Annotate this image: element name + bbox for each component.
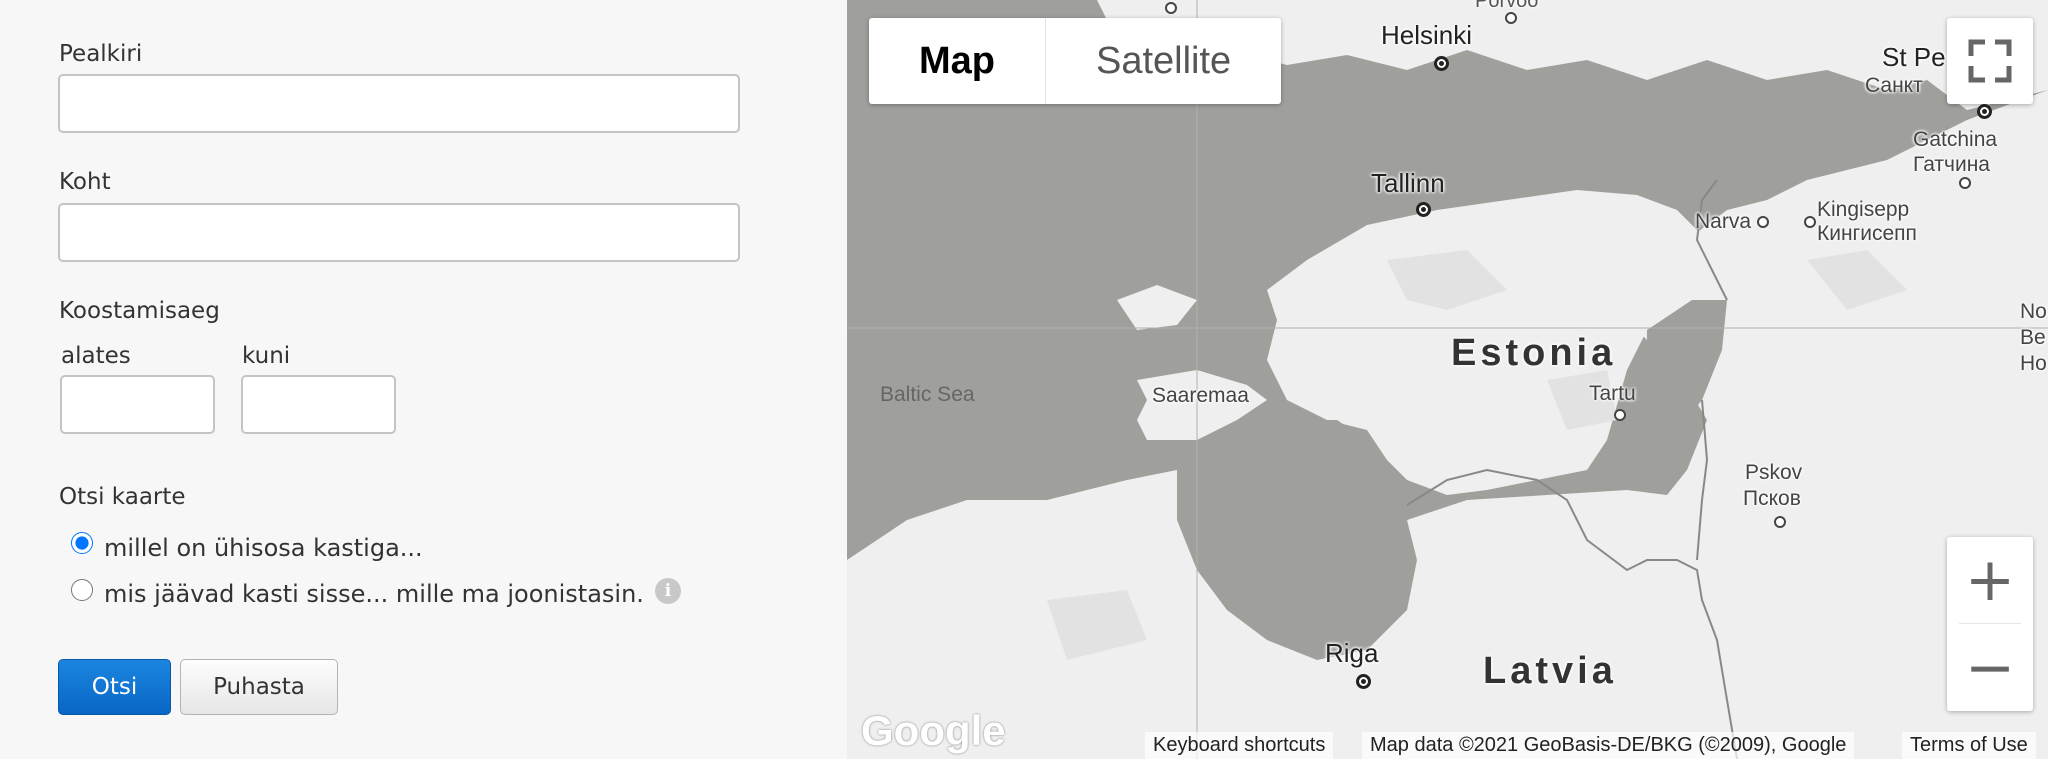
map-type-satellite-button[interactable]: Satellite: [1046, 18, 1281, 104]
google-logo: Google: [861, 707, 1006, 754]
place-kingisepp-ru: Кингисепп: [1817, 222, 1917, 245]
place-baltic-sea: Baltic Sea: [880, 383, 975, 406]
marker-helsinki: [1434, 56, 1449, 71]
place-estonia: Estonia: [1451, 332, 1617, 374]
fullscreen-icon: [1968, 39, 2012, 83]
map-data-attribution: Map data ©2021 GeoBasis-DE/BKG (©2009), …: [1362, 732, 1855, 759]
marker-st-petersburg: [1977, 104, 1992, 119]
info-icon[interactable]: i: [655, 578, 681, 604]
marker-city: [1165, 2, 1177, 14]
place-edge-ho: Ho: [2020, 352, 2047, 375]
marker-narva: [1757, 216, 1769, 228]
map-type-control: Map Satellite: [869, 18, 1282, 104]
map-type-map-button[interactable]: Map: [869, 18, 1046, 104]
fullscreen-button[interactable]: [1947, 18, 2033, 104]
marker-tallinn: [1416, 202, 1431, 217]
option-inside-radio[interactable]: [71, 579, 93, 601]
marker-gatchina: [1959, 177, 1971, 189]
to-label: kuni: [242, 343, 291, 369]
clear-button[interactable]: Puhasta: [180, 659, 338, 715]
marker-porvoo: [1505, 12, 1517, 24]
place-input[interactable]: [58, 203, 740, 262]
place-helsinki: Helsinki: [1381, 20, 1473, 50]
terms-of-use-link[interactable]: Terms of Use: [1902, 732, 2036, 759]
title-label: Pealkiri: [59, 41, 143, 67]
date-from-input[interactable]: [60, 375, 215, 434]
zoom-in-button[interactable]: +: [1947, 537, 2033, 623]
place-st-petersburg-ru: Санкт: [1865, 74, 1923, 97]
place-pskov-ru: Псков: [1743, 487, 1801, 510]
map-view[interactable]: Map Satellite + − Porvoo Helsinki St Pe …: [847, 0, 2048, 759]
zoom-control: + −: [1947, 537, 2033, 711]
place-saaremaa: Saaremaa: [1152, 384, 1249, 407]
zoom-divider: [1959, 623, 2021, 624]
search-button[interactable]: Otsi: [58, 659, 171, 715]
place-tartu: Tartu: [1589, 382, 1636, 405]
option-overlap-label: millel on ühisosa kastiga...: [104, 534, 423, 562]
keyboard-shortcuts-link[interactable]: Keyboard shortcuts: [1145, 732, 1334, 759]
from-label: alates: [61, 343, 131, 369]
title-input[interactable]: [58, 74, 740, 133]
search-mode-label: Otsi kaarte: [59, 484, 186, 510]
place-gatchina: Gatchina: [1913, 128, 1998, 151]
place-narva: Narva: [1695, 210, 1752, 233]
place-label: Koht: [59, 169, 111, 195]
place-edge-no: No: [2020, 300, 2047, 323]
option-overlap-radio[interactable]: [71, 532, 93, 554]
marker-kingisepp: [1804, 216, 1816, 228]
date-label: Koostamisaeg: [59, 298, 220, 324]
place-kingisepp: Kingisepp: [1817, 198, 1910, 221]
search-form: Pealkiri Koht Koostamisaeg alates kuni O…: [0, 0, 847, 759]
option-inside-label: mis jäävad kasti sisse... mille ma jooni…: [104, 580, 644, 608]
place-porvoo: Porvoo: [1475, 0, 1539, 12]
marker-tartu: [1614, 409, 1626, 421]
place-gatchina-ru: Гатчина: [1913, 153, 1990, 176]
marker-pskov: [1774, 516, 1786, 528]
place-edge-be: Be: [2020, 326, 2046, 349]
zoom-out-button[interactable]: −: [1947, 625, 2033, 711]
place-tallinn: Tallinn: [1371, 168, 1445, 198]
place-latvia: Latvia: [1483, 650, 1617, 692]
marker-riga: [1356, 674, 1371, 689]
place-st-petersburg: St Pe: [1882, 42, 1946, 72]
place-pskov: Pskov: [1745, 461, 1803, 484]
date-to-input[interactable]: [241, 375, 396, 434]
map-canvas[interactable]: [847, 0, 2048, 759]
place-riga: Riga: [1325, 638, 1379, 668]
